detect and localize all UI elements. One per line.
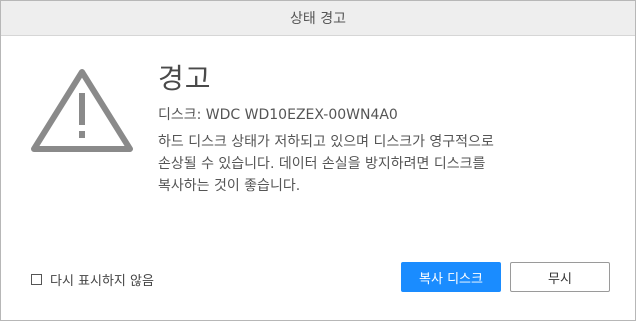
- warning-message: 하드 디스크 상태가 저하되고 있으며 디스크가 영구적으로 손상될 수 있습니…: [158, 131, 588, 197]
- checkbox-box[interactable]: [31, 274, 42, 285]
- disk-model-label: 디스크: WDC WD10EZEX-00WN4A0: [158, 107, 398, 123]
- message-line: 복사하는 것이 좋습니다.: [158, 178, 301, 194]
- dont-show-again-label: 다시 표시하지 않음: [50, 274, 154, 289]
- message-line: 손상될 수 있습니다. 데이터 손실을 방지하려면 디스크를: [158, 156, 486, 172]
- copy-disk-button[interactable]: 복사 디스크: [401, 262, 501, 292]
- message-line: 하드 디스크 상태가 저하되고 있으며 디스크가 영구적으로: [158, 134, 494, 150]
- warning-heading: 경고: [158, 62, 212, 95]
- dialog-title: 상태 경고: [290, 11, 346, 27]
- status-warning-dialog: 상태 경고 경고 디스크: WDC WD10EZEX-00WN4A0 하드 디스…: [0, 0, 636, 321]
- dialog-title-bar: 상태 경고: [1, 1, 635, 36]
- dont-show-again-checkbox[interactable]: 다시 표시하지 않음: [31, 270, 154, 289]
- warning-triangle-icon: [31, 69, 133, 152]
- ignore-button[interactable]: 무시: [510, 262, 610, 292]
